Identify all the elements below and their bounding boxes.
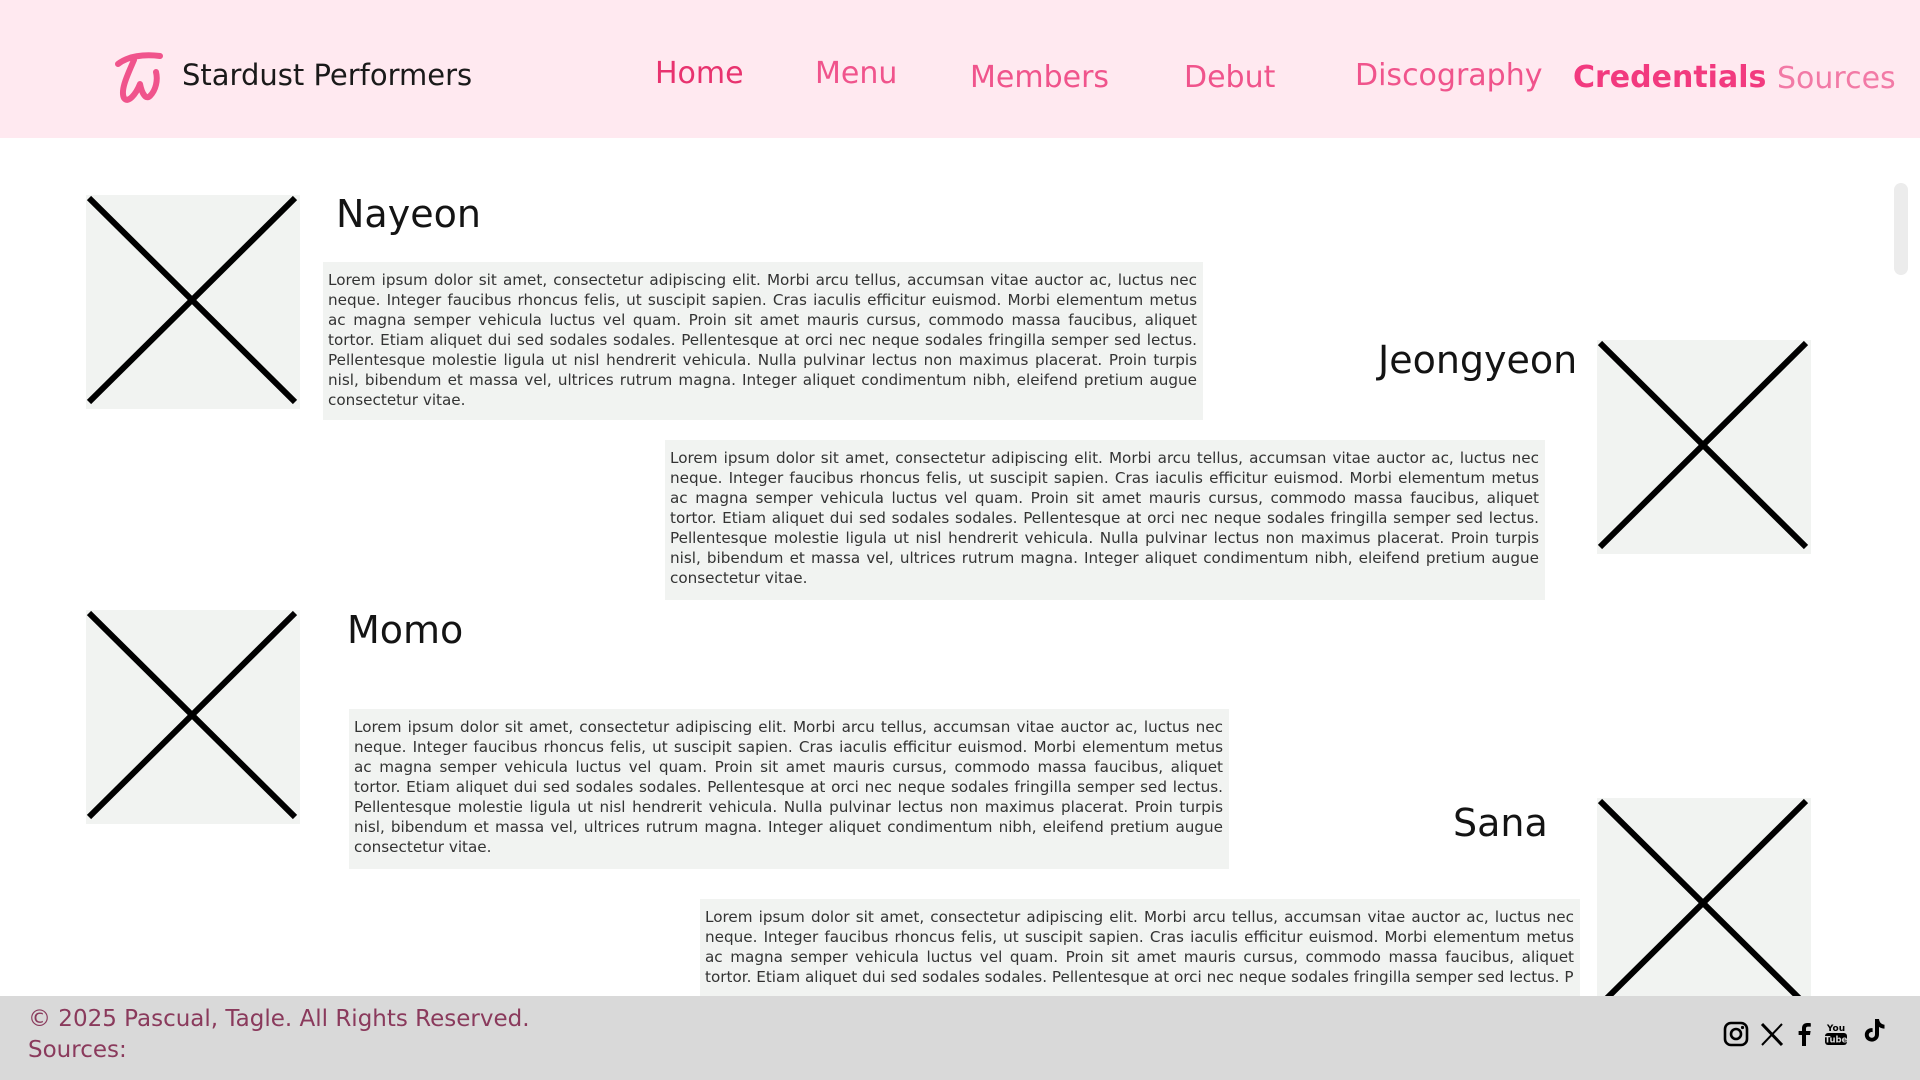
nav-home[interactable]: Home — [655, 56, 744, 91]
member-description: Lorem ipsum dolor sit amet, consectetur … — [700, 899, 1580, 996]
copyright-text: © 2025 Pascual, Tagle. All Rights Reserv… — [28, 1006, 530, 1032]
nav-sources[interactable]: Sources — [1777, 61, 1896, 96]
site-header: Stardust Performers Home Menu Members De… — [0, 0, 1920, 138]
member-image-placeholder — [1597, 798, 1811, 1012]
member-name: Nayeon — [336, 192, 481, 236]
x-icon[interactable] — [1758, 1020, 1786, 1048]
footer-sources-label: Sources: — [28, 1037, 127, 1063]
placeholder-x-icon — [1597, 340, 1809, 550]
placeholder-x-icon — [86, 610, 298, 820]
member-image-placeholder — [1597, 340, 1811, 554]
member-description: Lorem ipsum dolor sit amet, consectetur … — [349, 709, 1229, 869]
svg-text:Tube: Tube — [1825, 1036, 1848, 1046]
member-description: Lorem ipsum dolor sit amet, consectetur … — [665, 440, 1545, 600]
svg-text:You: You — [1826, 1024, 1845, 1034]
member-image-placeholder — [86, 610, 300, 824]
nav-debut[interactable]: Debut — [1184, 60, 1275, 95]
scrollbar-thumb[interactable] — [1894, 183, 1908, 275]
nav-menu[interactable]: Menu — [815, 56, 897, 91]
instagram-icon[interactable] — [1722, 1020, 1750, 1048]
tw-logo-icon[interactable] — [110, 50, 168, 104]
youtube-icon[interactable]: You Tube — [1822, 1020, 1850, 1048]
placeholder-x-icon — [86, 195, 298, 405]
member-description: Lorem ipsum dolor sit amet, consectetur … — [323, 262, 1203, 420]
nav-members[interactable]: Members — [970, 60, 1109, 95]
facebook-icon[interactable] — [1790, 1020, 1818, 1048]
member-image-placeholder — [86, 195, 300, 409]
site-footer: © 2025 Pascual, Tagle. All Rights Reserv… — [0, 996, 1920, 1080]
nav-discography[interactable]: Discography — [1355, 58, 1543, 93]
brand-name[interactable]: Stardust Performers — [182, 58, 472, 92]
member-name: Momo — [347, 608, 464, 652]
member-name: Sana — [1453, 801, 1548, 845]
nav-credentials[interactable]: Credentials — [1573, 60, 1766, 95]
member-name: Jeongyeon — [1378, 338, 1578, 382]
tiktok-icon[interactable] — [1860, 1016, 1888, 1044]
placeholder-x-icon — [1597, 798, 1809, 1008]
